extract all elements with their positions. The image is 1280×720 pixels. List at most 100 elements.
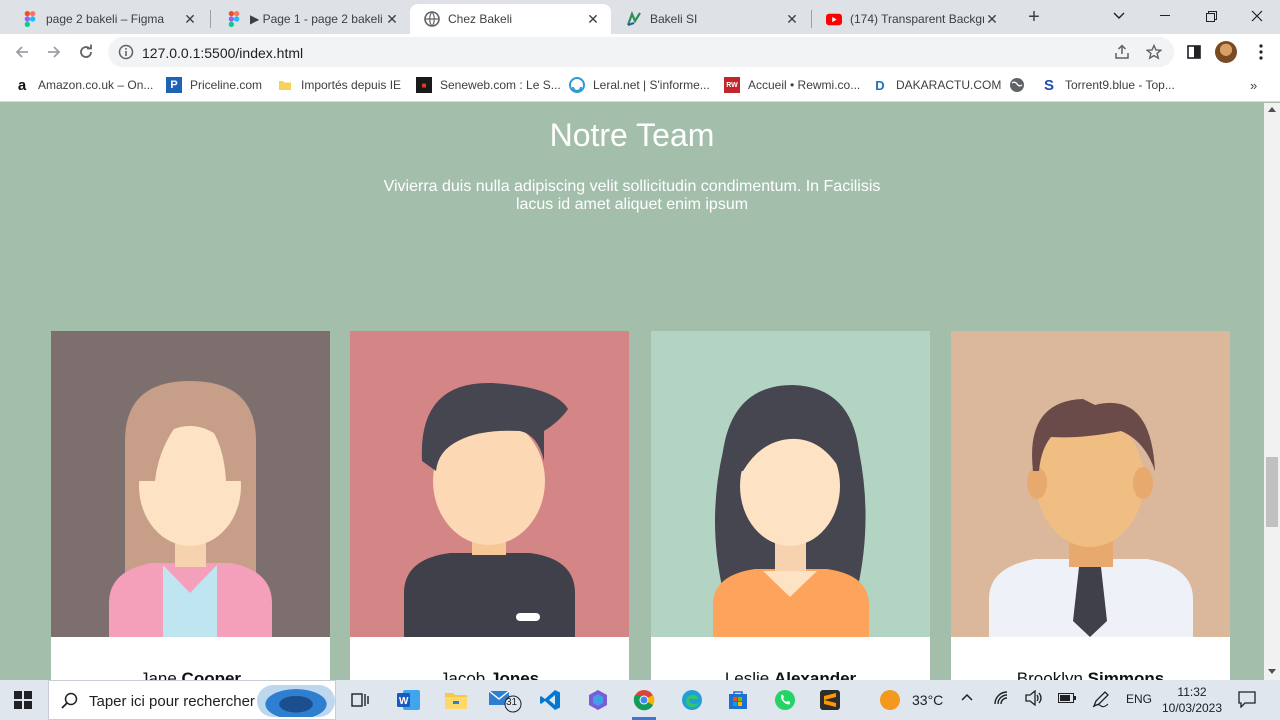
tab-title: Bakeli SI <box>650 12 698 26</box>
bookmark-label: Seneweb.com : Le S... <box>440 78 561 92</box>
bookmark-rewmi[interactable]: RW Accueil • Rewmi.co... <box>724 77 860 93</box>
windows-taskbar: Taper ici pour rechercher W 31 33°C ENG … <box>0 680 1280 720</box>
mail-badge: 31 <box>506 697 518 708</box>
close-icon[interactable]: ✕ <box>585 11 601 27</box>
copilot-icon[interactable] <box>578 684 618 716</box>
team-card-brooklyn-simmons[interactable]: Brooklyn Simmons <box>951 331 1230 680</box>
tab-youtube[interactable]: (174) Transparent Backgro ✕ <box>812 4 1010 34</box>
minimize-button[interactable] <box>1142 0 1188 32</box>
share-icon[interactable] <box>1114 44 1130 65</box>
team-card-jacob-jones[interactable]: Jacob Jones <box>350 331 629 680</box>
team-card-leslie-alexander[interactable]: Leslie Alexander <box>651 331 930 680</box>
mail-icon[interactable]: 31 <box>484 684 524 716</box>
close-icon[interactable]: ✕ <box>784 11 800 27</box>
bookmark-priceline[interactable]: P Priceline.com <box>166 77 262 93</box>
task-view-icon[interactable] <box>340 684 380 716</box>
tab-chez-bakeli[interactable]: Chez Bakeli ✕ <box>410 4 611 34</box>
bookmark-label: Torrent9.blue - Top... <box>1065 78 1175 92</box>
forward-button[interactable] <box>40 38 68 66</box>
team-member-avatar <box>350 331 629 637</box>
bookmark-leral[interactable]: Leral.net | S'informe... <box>569 77 710 93</box>
tab-title: page 2 bakeli – Figma <box>46 12 165 26</box>
scroll-down-arrow-icon[interactable] <box>1268 669 1276 674</box>
bookmark-globe[interactable] <box>1009 77 1033 93</box>
close-icon[interactable]: ✕ <box>984 11 1000 27</box>
chevron-down-icon <box>1113 12 1125 19</box>
whatsapp-icon[interactable] <box>765 684 805 716</box>
chrome-icon[interactable] <box>624 684 664 720</box>
close-icon <box>1251 10 1263 22</box>
bookmarks-bar: a Amazon.co.uk – On... P Priceline.com I… <box>0 70 1280 102</box>
team-member-avatar <box>951 331 1230 637</box>
edge-icon[interactable] <box>672 684 712 716</box>
tab-title: ▶ Page 1 - page 2 bakeli <box>250 12 383 26</box>
new-tab-button[interactable]: + <box>1022 6 1046 30</box>
store-icon[interactable] <box>718 684 758 716</box>
minimize-icon <box>1160 15 1170 16</box>
volume-icon[interactable] <box>1025 689 1043 709</box>
scroll-thumb[interactable] <box>1266 457 1278 527</box>
bookmark-amazon[interactable]: a Amazon.co.uk – On... <box>14 77 154 94</box>
tab-search-button[interactable] <box>1096 0 1142 32</box>
address-bar[interactable]: 127.0.0.1:5500/index.html <box>108 37 1174 67</box>
chevron-up-icon[interactable] <box>960 690 974 707</box>
back-button[interactable] <box>8 38 36 66</box>
restore-button[interactable] <box>1188 0 1234 32</box>
team-member-avatar <box>51 331 330 637</box>
folder-icon <box>277 77 293 93</box>
team-member-name: Leslie Alexander <box>651 669 930 680</box>
reload-icon <box>80 44 92 58</box>
more-vert-icon <box>1259 44 1263 60</box>
clock-time: 11:32 <box>1177 685 1207 699</box>
first-name: Jacob <box>439 669 486 680</box>
first-name: Brooklyn <box>1016 669 1083 680</box>
profile-avatar[interactable] <box>1215 41 1237 63</box>
figma-icon <box>226 11 242 27</box>
rewmi-icon: RW <box>724 77 740 93</box>
scroll-up-arrow-icon[interactable] <box>1268 107 1276 112</box>
tab-figma-page1[interactable]: ▶ Page 1 - page 2 bakeli ✕ <box>212 4 410 34</box>
bookmark-label: Accueil • Rewmi.co... <box>748 78 861 92</box>
sublime-text-icon[interactable] <box>810 684 850 716</box>
language-indicator[interactable]: ENG <box>1126 692 1152 706</box>
side-panel-button[interactable] <box>1180 38 1208 66</box>
reload-button[interactable] <box>72 38 100 66</box>
taskbar-search-box[interactable]: Taper ici pour rechercher <box>48 680 336 720</box>
pen-icon[interactable] <box>1092 690 1110 711</box>
tab-figma-page2[interactable]: page 2 bakeli – Figma ✕ <box>8 4 208 34</box>
youtube-icon <box>826 11 842 27</box>
bookmark-seneweb[interactable]: ■ Seneweb.com : Le S... <box>416 77 561 93</box>
team-card-jane-cooper[interactable]: Jane Cooper <box>51 331 330 680</box>
star-icon[interactable] <box>1145 43 1163 65</box>
arrow-right-icon <box>48 46 61 58</box>
menu-button[interactable] <box>1247 38 1275 66</box>
close-window-button[interactable] <box>1234 0 1280 32</box>
bakeli-icon <box>626 11 642 27</box>
page-scrollbar[interactable] <box>1264 103 1280 680</box>
team-section-subtitle: Vivierra duis nulla adipiscing velit sol… <box>383 178 881 213</box>
file-explorer-icon[interactable] <box>436 684 476 716</box>
bookmark-folder-ie[interactable]: Importés depuis IE <box>277 77 401 93</box>
close-icon[interactable]: ✕ <box>384 11 400 27</box>
bookmark-torrent9[interactable]: S Torrent9.blue - Top... <box>1041 77 1175 94</box>
battery-icon[interactable] <box>1058 692 1076 707</box>
more-bookmarks-icon[interactable]: » <box>1250 78 1257 93</box>
bookmark-label: Leral.net | S'informe... <box>593 78 710 92</box>
first-name: Leslie <box>724 669 770 680</box>
wifi-icon[interactable] <box>993 690 1011 709</box>
word-icon[interactable]: W <box>389 684 429 716</box>
bookmark-dakaractu[interactable]: D DAKARACTU.COM <box>872 77 1001 93</box>
vscode-icon[interactable] <box>530 684 570 716</box>
last-name: Alexander <box>773 669 857 680</box>
weather-widget[interactable]: 33°C <box>880 690 943 710</box>
windows-start-icon[interactable] <box>14 691 32 714</box>
temperature-text: 33°C <box>912 692 944 708</box>
search-icon <box>61 692 79 715</box>
tab-bakeli-si[interactable]: Bakeli SI ✕ <box>612 4 810 34</box>
close-icon[interactable]: ✕ <box>182 11 198 27</box>
notifications-icon[interactable] <box>1238 690 1256 711</box>
system-clock[interactable]: 11:32 10/03/2023 <box>1158 684 1226 716</box>
globe-icon <box>1009 77 1025 93</box>
priceline-icon: P <box>166 77 182 93</box>
info-icon[interactable] <box>118 44 134 65</box>
